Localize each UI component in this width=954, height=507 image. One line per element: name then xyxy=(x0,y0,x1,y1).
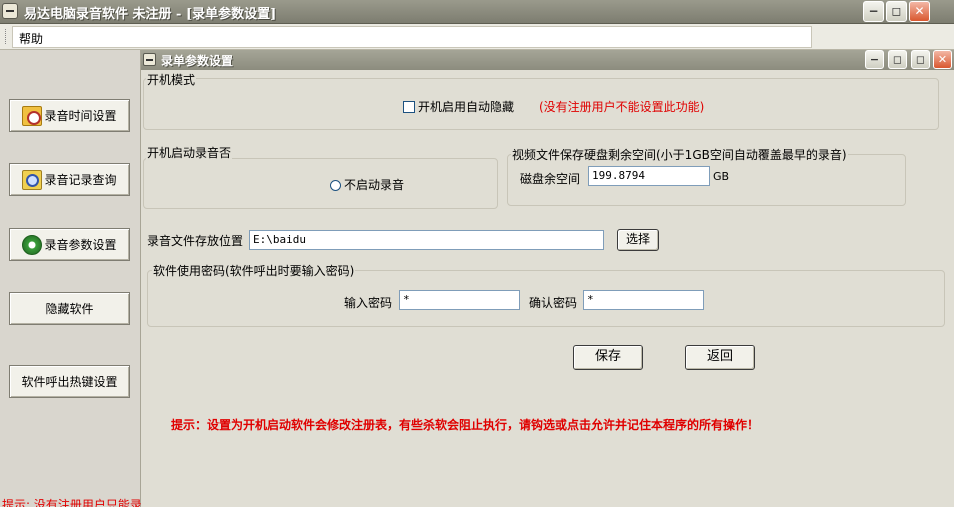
back-button[interactable]: 返回 xyxy=(685,345,755,370)
system-menu-icon[interactable] xyxy=(2,3,18,19)
sidebar-tip: 提示: 没有注册用户只能录 xyxy=(2,498,142,507)
menu-grip-icon xyxy=(5,29,8,44)
disk-space-input[interactable]: 199.8794 xyxy=(588,166,710,186)
no-record-radio[interactable]: 不启动录音 xyxy=(330,176,404,193)
sidebar-record-query-button[interactable]: 录音记录查询 xyxy=(9,163,130,196)
sidebar-hide-software-button[interactable]: 隐藏软件 xyxy=(9,292,130,325)
menu-strip: 帮助 xyxy=(12,26,812,48)
sidebar-item-label: 录音参数设置 xyxy=(44,238,117,252)
sidebar: 录音时间设置 录音记录查询 录音参数设置 隐藏软件 软件呼出热键设置 提示: 没… xyxy=(0,50,142,507)
app-titlebar[interactable]: 易达电脑录音软件 未注册 - [录单参数设置] − ◻ ✕ xyxy=(0,0,954,24)
minimize-button[interactable]: − xyxy=(863,1,884,22)
confirm-password-input[interactable]: * xyxy=(583,290,704,310)
child-titlebar[interactable]: 录单参数设置 − ◻ ◻ ✕ xyxy=(141,50,954,70)
child-system-menu-icon[interactable] xyxy=(143,53,156,66)
registry-warning: 提示：设置为开机启动软件会修改注册表，有些杀软会阻止执行，请钩选或点击允许并记住… xyxy=(171,418,760,432)
sidebar-item-label: 隐藏软件 xyxy=(45,302,94,316)
menu-help[interactable]: 帮助 xyxy=(19,30,43,47)
auto-hide-notice: (没有注册用户不能设置此功能) xyxy=(539,100,705,114)
search-icon xyxy=(22,169,43,190)
auto-hide-checkbox-label: 开机启用自动隐藏 xyxy=(418,100,515,114)
storage-path-input[interactable]: E:\baidu xyxy=(249,230,604,250)
startup-record-group xyxy=(143,158,498,209)
menu-bar: 帮助 xyxy=(0,24,954,50)
app-title: 易达电脑录音软件 未注册 - [录单参数设置] xyxy=(24,7,277,22)
choose-folder-button[interactable]: 选择 xyxy=(617,229,659,251)
disk-space-field-label: 磁盘余空间 xyxy=(520,172,581,186)
no-record-radio-label: 不启动录音 xyxy=(344,178,405,192)
sidebar-record-params-button[interactable]: 录音参数设置 xyxy=(9,228,130,261)
settings-child-window: 录单参数设置 − ◻ ◻ ✕ 开机模式 开机启用自动隐藏 (没有注册用户不能设置… xyxy=(141,50,954,507)
password-input-label: 输入密码 xyxy=(344,296,393,310)
clock-icon xyxy=(22,105,43,126)
password-group-label: 软件使用密码(软件呼出时要输入密码) xyxy=(152,262,356,279)
sidebar-record-time-button[interactable]: 录音时间设置 xyxy=(9,99,130,132)
child-restore-button[interactable]: ◻ xyxy=(888,50,907,69)
child-close-button[interactable]: ✕ xyxy=(933,50,952,69)
child-minimize-button[interactable]: − xyxy=(865,50,884,69)
sidebar-item-label: 软件呼出热键设置 xyxy=(21,375,118,389)
storage-path-label: 录音文件存放位置 xyxy=(147,234,244,248)
sidebar-item-label: 录音记录查询 xyxy=(44,173,117,187)
child-max-button[interactable]: ◻ xyxy=(911,50,930,69)
sidebar-hotkey-button[interactable]: 软件呼出热键设置 xyxy=(9,365,130,398)
confirm-password-label: 确认密码 xyxy=(529,296,578,310)
restore-button[interactable]: ◻ xyxy=(886,1,907,22)
disk-space-label: 视频文件保存硬盘剩余空间(小于1GB空间自动覆盖最早的录音) xyxy=(511,146,848,163)
sidebar-item-label: 录音时间设置 xyxy=(44,109,117,123)
no-record-radio-circle[interactable] xyxy=(330,180,341,191)
auto-hide-checkbox-box[interactable] xyxy=(403,101,415,113)
disk-space-unit: GB xyxy=(713,170,730,183)
startup-record-label: 开机启动录音否 xyxy=(146,144,233,161)
startup-mode-label: 开机模式 xyxy=(146,71,197,88)
auto-hide-checkbox[interactable]: 开机启用自动隐藏 xyxy=(403,98,514,115)
save-button[interactable]: 保存 xyxy=(573,345,643,370)
password-input[interactable]: * xyxy=(399,290,520,310)
settings-icon xyxy=(22,234,43,255)
close-button[interactable]: ✕ xyxy=(909,1,930,22)
child-title: 录单参数设置 xyxy=(161,54,234,68)
